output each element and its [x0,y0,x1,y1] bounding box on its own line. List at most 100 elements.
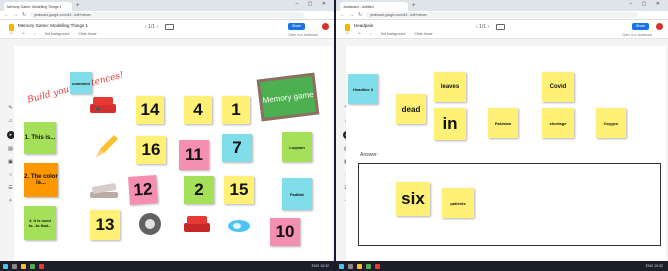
sticky-note-shortage[interactable]: shortage [542,108,574,138]
forward-icon[interactable]: → [349,12,354,18]
start-icon[interactable] [3,263,8,269]
app-icon[interactable] [39,263,44,269]
whiteboard-canvas[interactable]: Headline 3 dead leaves Covid in Pakistan… [346,46,666,261]
chrome-icon[interactable] [30,263,35,269]
reload-icon[interactable]: ↻ [358,12,362,18]
hole-punch-image[interactable] [88,94,118,116]
window-controls[interactable]: – ▢ ✕ [296,1,330,7]
chrome-icon[interactable] [366,263,371,269]
share-button[interactable]: Share [288,23,305,30]
sticky-note-13[interactable]: 13 [90,210,120,240]
zoom-icon[interactable]: ⌕ [34,32,36,36]
browser-tab[interactable]: Memory Game: Modelling Things 1 [4,2,72,11]
sticky-note-covid[interactable]: Covid [542,72,574,102]
url-field[interactable]: jamboard.google.com/d/1...edit?viewer [30,12,304,18]
sticky-note-11[interactable]: 11 [179,140,209,170]
explorer-icon[interactable] [21,263,26,269]
circle-icon[interactable]: ○ [7,172,14,178]
correction-tape-image[interactable] [226,218,252,234]
laser-icon[interactable]: ✧ [7,198,14,204]
page-navigator[interactable]: ‹ 1/1 › [145,24,158,30]
sticky-note-1[interactable]: 1 [222,96,250,124]
sticky-note-7[interactable]: 7 [222,134,252,162]
frame-bar-icon[interactable] [165,24,174,30]
zoom-icon[interactable]: ⌕ [370,32,372,36]
sticky-note-pakistan[interactable]: Pakistan [488,108,518,138]
share-button[interactable]: Share [632,23,649,30]
taskbar: ENG 19:32 [336,261,668,271]
right-browser-window: Jamboard - Untitled + – ▢ ✕ ← → ↻ jamboa… [336,0,668,271]
browser-tab[interactable]: Jamboard - Untitled [340,2,408,11]
jamboard-logo-icon [345,24,350,31]
jamboard-header: Memory Game: Modelling Things 1 ↶ ↷ ⌕ Se… [0,20,334,39]
sticky-note-15[interactable]: 15 [224,176,254,204]
eraser-icon[interactable]: ▱ [7,118,14,124]
sticky-note-fadilah[interactable]: Fadilah [282,178,312,210]
avatar[interactable] [322,23,329,30]
sticky-note-leaves[interactable]: leaves [434,72,466,102]
hole-punch-image-2[interactable] [182,213,212,235]
correction-tape-icon [228,220,250,232]
redo-icon[interactable]: ↷ [358,32,361,36]
sticky-note-icon[interactable]: ▤ [7,146,14,152]
window-controls[interactable]: – ▢ ✕ [630,1,664,7]
tape-image[interactable] [138,211,162,237]
hole-punch-icon [90,97,116,113]
sticky-note-comment[interactable]: comment [70,72,92,94]
search-icon[interactable] [348,263,353,269]
sticky-note-4[interactable]: 4 [184,96,212,124]
sticky-note-patients[interactable]: patients [442,188,474,218]
new-tab-icon[interactable]: + [412,3,416,9]
stapler-image[interactable] [88,178,120,202]
sticky-note-sentence-2[interactable]: 2. The color is... [24,163,58,197]
frame-bar-icon[interactable] [496,24,505,30]
set-background-button[interactable]: Set background [45,32,70,36]
pencil-image[interactable] [92,133,120,161]
left-browser-window: Memory Game: Modelling Things 1 + – ▢ ✕ … [0,0,334,271]
back-icon[interactable]: ← [340,12,345,18]
sticky-note-headline[interactable]: Headline 3 [348,74,378,104]
sticky-note-14[interactable]: 14 [136,96,164,124]
open-in-jamboard-link[interactable]: Open in a Jamboard [288,33,318,37]
page-navigator[interactable]: ‹ 1/1 › [476,24,489,30]
start-icon[interactable] [339,263,344,269]
sticky-note-dead[interactable]: dead [396,94,426,124]
sticky-note-sentence-1[interactable]: 1. This is... [24,122,56,154]
document-title[interactable]: Headpain [354,23,373,28]
redo-icon[interactable]: ↷ [22,32,25,36]
image-icon[interactable]: ▣ [7,159,14,165]
pen-icon[interactable]: ✎ [7,105,14,111]
sticky-note-oxygen[interactable]: Oxygen [596,108,626,138]
sticky-note-in[interactable]: in [434,108,466,140]
forward-icon[interactable]: → [13,12,18,18]
system-tray[interactable]: ENG 19:32 [646,264,663,268]
tape-icon [139,213,161,235]
new-tab-icon[interactable]: + [76,3,80,9]
sticky-note-10[interactable]: 10 [270,218,300,246]
open-in-jamboard-link[interactable]: Open in a Jamboard [622,33,652,37]
sticky-note-luqman[interactable]: Luqman [282,132,312,162]
search-icon[interactable] [12,263,17,269]
undo-icon[interactable]: ↶ [10,32,13,36]
explorer-icon[interactable] [357,263,362,269]
hole-punch-icon [184,216,210,232]
avatar[interactable] [656,23,663,30]
whiteboard-canvas[interactable]: Build your sentences! comment 1. This is… [14,46,332,261]
sticky-note-sentence-3[interactable]: 3. It is used to...to that... [24,206,56,240]
clear-frame-button[interactable]: Clear frame [78,32,96,36]
reload-icon[interactable]: ↻ [22,12,26,18]
set-background-button[interactable]: Set background [381,32,406,36]
system-tray[interactable]: ENG 19:32 [312,264,329,268]
app-icon[interactable] [375,263,380,269]
document-title[interactable]: Memory Game: Modelling Things 1 [18,23,88,28]
back-icon[interactable]: ← [4,12,9,18]
sticky-note-16[interactable]: 16 [136,136,166,164]
address-bar: ← → ↻ jamboard.google.com/d/1...edit?vie… [336,11,668,20]
text-box-icon[interactable]: ☰ [7,185,14,191]
sticky-note-six[interactable]: six [396,182,430,216]
sticky-note-2[interactable]: 2 [184,176,214,204]
url-field[interactable]: jamboard.google.com/d/1...edit?viewer [366,12,638,18]
undo-icon[interactable]: ↶ [346,32,349,36]
clear-frame-button[interactable]: Clear frame [414,32,432,36]
sticky-note-12[interactable]: 12 [128,175,158,205]
